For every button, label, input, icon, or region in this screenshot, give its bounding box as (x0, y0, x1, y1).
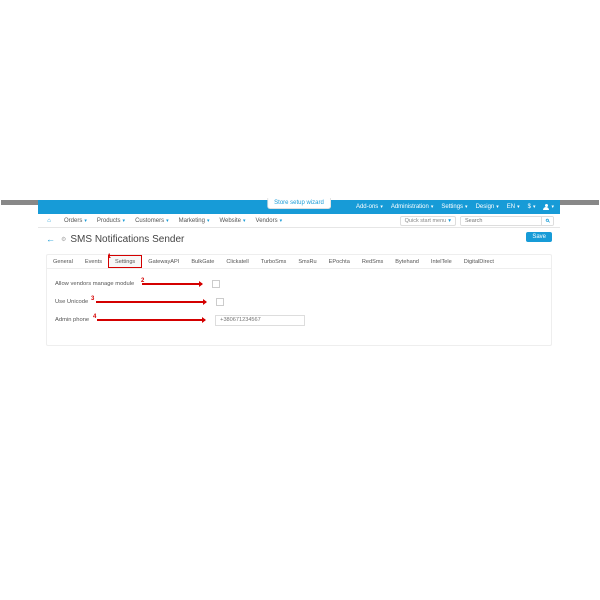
tab-gatewayapi[interactable]: GatewayAPI (142, 255, 185, 268)
tab-redsms[interactable]: RedSms (356, 255, 389, 268)
input-admin-phone[interactable] (215, 315, 305, 326)
tab-epochta[interactable]: EPochta (323, 255, 356, 268)
tab-clickatell[interactable]: Clickatell (220, 255, 254, 268)
search-button[interactable] (541, 216, 553, 226)
menu-vendors[interactable]: Vendors▾ (256, 218, 283, 224)
annotation-4: 4 (93, 314, 96, 320)
topbar-administration[interactable]: Administration▾ (391, 204, 434, 210)
checkbox-allow-vendors[interactable] (212, 280, 220, 288)
menu-website[interactable]: Website▾ (219, 218, 245, 224)
tab-events[interactable]: Events 1 (79, 255, 108, 268)
back-button[interactable]: ← (46, 234, 55, 244)
topbar-language[interactable]: EN▾ (507, 204, 520, 210)
title-bar: ← ⚙ SMS Notifications Sender Save (38, 228, 560, 250)
main-menu: ⌂ Orders▾ Products▾ Customers▾ Marketing… (38, 214, 560, 228)
settings-form: Allow vendors manage module 2 Use Unicod… (47, 269, 551, 345)
search-input[interactable] (461, 216, 541, 226)
annotation-1: 1 (108, 254, 111, 260)
label-admin-phone: Admin phone (55, 317, 89, 323)
store-setup-wizard-button[interactable]: Store setup wizard (267, 198, 331, 209)
tabs: General Events 1 Settings GatewayAPI Bul… (47, 255, 551, 269)
label-allow-vendors: Allow vendors manage module (55, 281, 134, 287)
row-use-unicode: Use Unicode 3 (55, 293, 543, 311)
menu-customers[interactable]: Customers▾ (135, 218, 169, 224)
tab-bulkgate[interactable]: BulkGate (185, 255, 220, 268)
tab-turbosms[interactable]: TurboSms (255, 255, 293, 268)
topbar-design[interactable]: Design▾ (476, 204, 499, 210)
arrow-2 (142, 283, 202, 285)
tab-digitaldirect[interactable]: DigitalDirect (458, 255, 500, 268)
topbar-currency[interactable]: $▾ (528, 204, 536, 210)
arrow-3 (96, 301, 206, 303)
tab-bytehand[interactable]: Bytehand (389, 255, 425, 268)
person-icon (543, 204, 549, 210)
checkbox-use-unicode[interactable] (216, 298, 224, 306)
topbar-settings[interactable]: Settings▾ (441, 204, 467, 210)
page-title: SMS Notifications Sender (70, 234, 184, 245)
row-admin-phone: Admin phone 4 (55, 311, 543, 329)
tab-general[interactable]: General (47, 255, 79, 268)
quick-start-menu[interactable]: Quick start menu▾ (400, 216, 456, 226)
tab-inteltele[interactable]: IntelTele (425, 255, 458, 268)
topbar-user-menu[interactable]: ▾ (543, 204, 554, 210)
label-use-unicode: Use Unicode (55, 299, 88, 305)
admin-app: Store setup wizard Add-ons▾ Administrati… (38, 200, 560, 400)
content-card: General Events 1 Settings GatewayAPI Bul… (46, 254, 552, 346)
row-allow-vendors: Allow vendors manage module 2 (55, 275, 543, 293)
arrow-4 (97, 319, 205, 321)
home-icon[interactable]: ⌂ (44, 218, 54, 224)
menu-products[interactable]: Products▾ (97, 218, 125, 224)
tab-smsru[interactable]: SmsRu (292, 255, 322, 268)
menu-orders[interactable]: Orders▾ (64, 218, 87, 224)
tab-settings[interactable]: Settings (108, 255, 142, 268)
topbar-addons[interactable]: Add-ons▾ (356, 204, 383, 210)
search-box (460, 216, 554, 226)
save-button[interactable]: Save (526, 232, 552, 242)
search-icon (545, 218, 551, 224)
annotation-3: 3 (91, 296, 94, 302)
gear-icon[interactable]: ⚙ (61, 236, 66, 243)
menu-marketing[interactable]: Marketing▾ (179, 218, 210, 224)
